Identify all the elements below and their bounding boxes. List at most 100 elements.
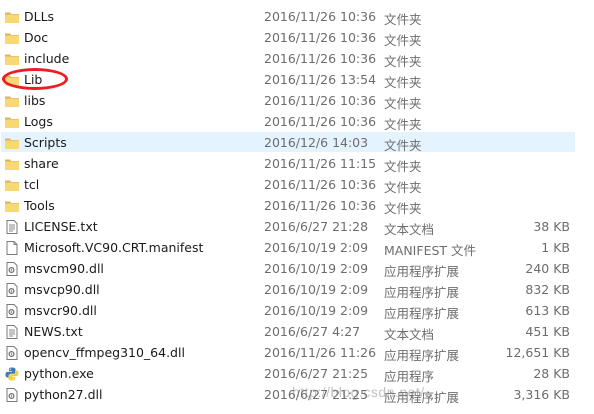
file-name: share [24, 156, 59, 171]
file-name: python.exe [24, 366, 94, 381]
file-row-license-txt[interactable]: LICENSE.txt 2016/6/27 21:28 文本文档 38 KB [0, 216, 594, 237]
file-type: 文本文档 [384, 327, 435, 342]
folder-icon [4, 9, 20, 25]
file-size: 1 KB [541, 240, 570, 255]
file-date: 2016/11/26 11:15 [264, 156, 377, 171]
file-date: 2016/11/26 10:36 [264, 177, 377, 192]
file-type: 应用程序扩展 [384, 306, 460, 321]
dll-file-icon [4, 261, 20, 277]
file-name: Doc [24, 30, 49, 45]
file-size: 832 KB [525, 282, 570, 297]
folder-icon [4, 135, 20, 151]
file-type: 应用程序扩展 [384, 264, 460, 279]
blank-file-icon [4, 240, 20, 256]
file-date: 2016/10/19 2:09 [264, 282, 369, 297]
file-name: Scripts [24, 135, 67, 150]
file-row-lib[interactable]: Lib 2016/11/26 13:54 文件夹 [0, 69, 594, 90]
file-date: 2016/6/27 21:28 [264, 219, 369, 234]
file-type: 文件夹 [384, 201, 422, 216]
file-row-dlls[interactable]: DLLs 2016/11/26 10:36 文件夹 [0, 6, 594, 27]
file-date: 2016/6/27 21:25 [264, 366, 369, 381]
file-date: 2016/10/19 2:09 [264, 240, 369, 255]
file-name: opencv_ffmpeg310_64.dll [24, 345, 185, 360]
file-name: Microsoft.VC90.CRT.manifest [24, 240, 204, 255]
file-type: 文件夹 [384, 159, 422, 174]
file-date: 2016/6/27 4:27 [264, 324, 361, 339]
dll-file-icon [4, 303, 20, 319]
file-row-msvcr90-dll[interactable]: msvcr90.dll 2016/10/19 2:09 应用程序扩展 613 KB [0, 300, 594, 321]
file-list: DLLs 2016/11/26 10:36 文件夹 Doc 2016/11/26 10:… [0, 6, 594, 405]
file-row-msvcp90-dll[interactable]: msvcp90.dll 2016/10/19 2:09 应用程序扩展 832 KB [0, 279, 594, 300]
file-type: 文件夹 [384, 180, 422, 195]
text-file-icon [4, 324, 20, 340]
file-type: 文件夹 [384, 33, 422, 48]
file-row-news-txt[interactable]: NEWS.txt 2016/6/27 4:27 文本文档 451 KB [0, 321, 594, 342]
file-name: LICENSE.txt [24, 219, 98, 234]
file-type: 应用程序扩展 [384, 285, 460, 300]
file-name: msvcm90.dll [24, 261, 104, 276]
file-size: 613 KB [525, 303, 570, 318]
file-date: 2016/11/26 11:26 [264, 345, 377, 360]
file-row-msvcm90-dll[interactable]: msvcm90.dll 2016/10/19 2:09 应用程序扩展 240 KB [0, 258, 594, 279]
dll-file-icon [4, 345, 20, 361]
file-date: 2016/10/19 2:09 [264, 261, 369, 276]
file-row-doc[interactable]: Doc 2016/11/26 10:36 文件夹 [0, 27, 594, 48]
folder-icon [4, 198, 20, 214]
file-type: 文件夹 [384, 75, 422, 90]
file-date: 2016/10/19 2:09 [264, 303, 369, 318]
file-date: 2016/11/26 13:54 [264, 72, 377, 87]
file-row-microsoft-vc90-crt-manifest[interactable]: Microsoft.VC90.CRT.manifest 2016/10/19 2:… [0, 237, 594, 258]
file-date: 2016/12/6 14:03 [264, 135, 369, 150]
file-type: 文件夹 [384, 138, 422, 153]
folder-icon [4, 93, 20, 109]
file-size: 28 KB [533, 366, 570, 381]
file-row-include[interactable]: include 2016/11/26 10:36 文件夹 [0, 48, 594, 69]
file-type: 应用程序扩展 [384, 348, 460, 363]
dll-file-icon [4, 387, 20, 403]
file-type: 文件夹 [384, 96, 422, 111]
file-name: msvcr90.dll [24, 303, 97, 318]
file-type: 文件夹 [384, 12, 422, 27]
file-date: 2016/11/26 10:36 [264, 198, 377, 213]
file-type: 文件夹 [384, 54, 422, 69]
file-name: Logs [24, 114, 53, 129]
file-name: NEWS.txt [24, 324, 83, 339]
file-name: msvcp90.dll [24, 282, 100, 297]
python-icon [4, 366, 20, 382]
file-row-tcl[interactable]: tcl 2016/11/26 10:36 文件夹 [0, 174, 594, 195]
file-size: 38 KB [533, 219, 570, 234]
folder-icon [4, 30, 20, 46]
file-row-libs[interactable]: libs 2016/11/26 10:36 文件夹 [0, 90, 594, 111]
text-file-icon [4, 219, 20, 235]
watermark: http://blog.csdn.net/... [292, 384, 438, 400]
file-size: 240 KB [525, 261, 570, 276]
file-date: 2016/11/26 10:36 [264, 93, 377, 108]
file-type: MANIFEST 文件 [384, 243, 477, 258]
file-name: libs [24, 93, 46, 108]
red-annotation-circle [2, 68, 68, 90]
folder-icon [4, 156, 20, 172]
file-size: 451 KB [525, 324, 570, 339]
folder-icon [4, 114, 20, 130]
file-size: 12,651 KB [505, 345, 570, 360]
file-date: 2016/11/26 10:36 [264, 30, 377, 45]
file-name: python27.dll [24, 387, 103, 402]
file-row-share[interactable]: share 2016/11/26 11:15 文件夹 [0, 153, 594, 174]
file-name: include [24, 51, 70, 66]
file-row-python-exe[interactable]: python.exe 2016/6/27 21:25 应用程序 28 KB [0, 363, 594, 384]
file-row-tools[interactable]: Tools 2016/11/26 10:36 文件夹 [0, 195, 594, 216]
file-name: Tools [24, 198, 55, 213]
folder-icon [4, 51, 20, 67]
dll-file-icon [4, 282, 20, 298]
file-row-scripts[interactable]: Scripts 2016/12/6 14:03 文件夹 [0, 132, 594, 153]
file-date: 2016/11/26 10:36 [264, 114, 377, 129]
file-type: 应用程序 [384, 369, 435, 384]
folder-icon [4, 177, 20, 193]
file-type: 文件夹 [384, 117, 422, 132]
file-size: 3,316 KB [513, 387, 570, 402]
file-name: DLLs [24, 9, 55, 24]
file-type: 文本文档 [384, 222, 435, 237]
file-row-logs[interactable]: Logs 2016/11/26 10:36 文件夹 [0, 111, 594, 132]
file-date: 2016/11/26 10:36 [264, 9, 377, 24]
file-row-opencv-ffmpeg310-64-dll[interactable]: opencv_ffmpeg310_64.dll 2016/11/26 11:26 应… [0, 342, 594, 363]
